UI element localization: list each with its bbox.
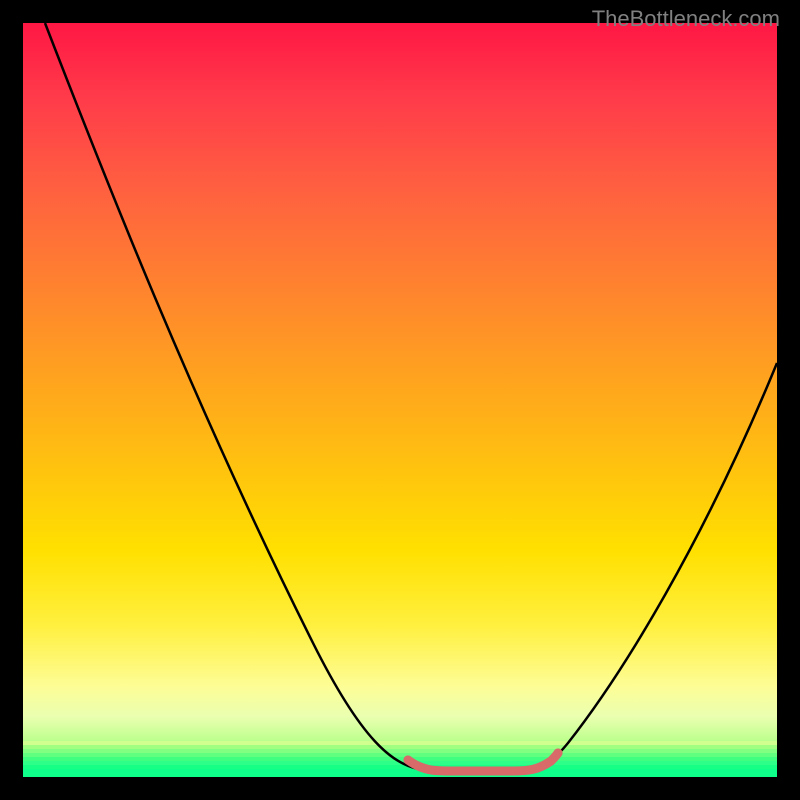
highlight-segment-path bbox=[408, 753, 558, 771]
bottleneck-curve-svg bbox=[23, 23, 777, 777]
plot-area bbox=[23, 23, 777, 777]
watermark-text: TheBottleneck.com bbox=[592, 6, 780, 32]
highlight-start-dot bbox=[404, 756, 413, 765]
bottleneck-curve-path bbox=[45, 23, 777, 771]
highlight-end-dot bbox=[554, 749, 563, 758]
